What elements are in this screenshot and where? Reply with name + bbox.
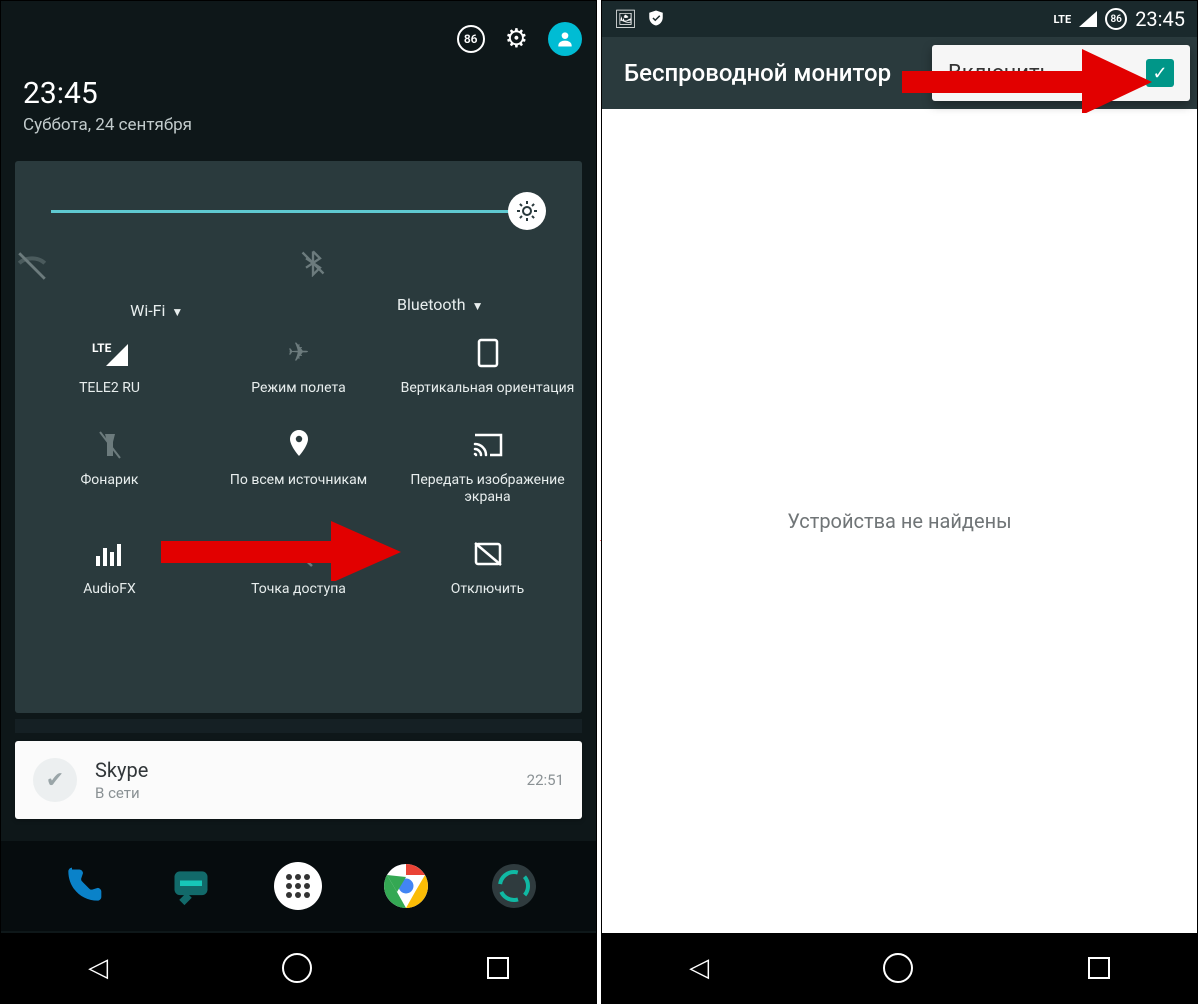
appbar-title: Беспроводной монитор bbox=[624, 59, 891, 87]
brightness-sun-icon[interactable] bbox=[508, 192, 546, 230]
nav-back-icon[interactable]: ◁ bbox=[88, 953, 108, 983]
hotspot-off-icon bbox=[210, 537, 387, 571]
signal-icon bbox=[1079, 11, 1097, 27]
bluetooth-off-icon bbox=[299, 249, 583, 277]
notification-app: Skype bbox=[95, 758, 148, 782]
tile-cast-label: Передать изображение экрана bbox=[399, 472, 576, 507]
tile-rotation[interactable]: Вертикальная ориентация bbox=[393, 320, 582, 412]
nav-recents-icon[interactable] bbox=[1088, 957, 1110, 979]
tile-rotation-label: Вертикальная ориентация bbox=[399, 380, 576, 398]
airplane-icon: ✈ bbox=[210, 336, 387, 370]
notification-subtitle: В сети bbox=[95, 784, 148, 802]
battery-badge-icon: 86 bbox=[1105, 8, 1127, 30]
dialer-icon[interactable] bbox=[57, 860, 109, 912]
tile-audiofx-label: AudioFX bbox=[21, 581, 198, 599]
chrome-icon[interactable] bbox=[380, 860, 432, 912]
tile-cast[interactable]: Передать изображение экрана bbox=[393, 412, 582, 521]
tile-screen-off[interactable]: Отключить bbox=[393, 521, 582, 613]
nav-back-icon[interactable]: ◁ bbox=[689, 953, 709, 983]
tile-bluetooth[interactable]: Bluetooth▼ bbox=[299, 249, 583, 320]
tile-location-label: По всем источникам bbox=[210, 472, 387, 490]
status-time: 23:45 bbox=[1135, 7, 1185, 31]
cast-icon bbox=[399, 428, 576, 462]
tile-wifi[interactable]: Wi-Fi▼ bbox=[15, 249, 299, 320]
user-avatar-icon[interactable] bbox=[548, 22, 582, 56]
app-drawer-icon[interactable] bbox=[272, 860, 324, 912]
settings-gear-icon[interactable]: ⚙ bbox=[505, 24, 528, 54]
tile-location[interactable]: По всем источникам bbox=[204, 412, 393, 521]
battery-badge-icon[interactable]: 86 bbox=[457, 25, 485, 53]
checkmark-shield-icon bbox=[647, 9, 665, 30]
nav-home-icon[interactable] bbox=[883, 953, 913, 983]
quick-settings-panel: Wi-Fi▼ Bluetooth▼ LTE TELE2 RU ✈ Режим п… bbox=[15, 161, 582, 713]
network-type-label: LTE bbox=[1053, 13, 1071, 26]
dock bbox=[1, 841, 596, 931]
notification-time: 22:51 bbox=[527, 771, 564, 789]
home-row-peek bbox=[15, 719, 582, 733]
content-area: Устройства не найдены bbox=[602, 109, 1197, 933]
camera-icon[interactable] bbox=[488, 860, 540, 912]
phone-right: 🖼 LTE 86 23:45 Беспроводной монитор Вклю… bbox=[601, 0, 1198, 1004]
flashlight-off-icon bbox=[21, 428, 198, 462]
tile-flashlight-label: Фонарик bbox=[21, 472, 198, 490]
tile-signal-label: TELE2 RU bbox=[21, 380, 198, 398]
status-left-icons: 🖼 bbox=[614, 9, 665, 30]
tile-wifi-label: Wi-Fi▼ bbox=[15, 301, 299, 320]
skype-icon: ✔ bbox=[33, 758, 77, 802]
tile-hotspot[interactable]: Точка доступа bbox=[204, 521, 393, 613]
screen-off-icon bbox=[399, 537, 576, 571]
chevron-down-icon: ▼ bbox=[472, 299, 484, 313]
clock-date: Суббота, 24 сентября bbox=[23, 115, 192, 135]
wifi-off-icon bbox=[15, 249, 299, 283]
qs-header: 86 ⚙ bbox=[15, 15, 582, 63]
brightness-slider[interactable] bbox=[51, 191, 546, 231]
tile-airplane-label: Режим полета bbox=[210, 380, 387, 398]
nav-recents-icon[interactable] bbox=[487, 957, 509, 979]
clock-block: 23:45 Суббота, 24 сентября bbox=[23, 76, 192, 135]
qs-top-row: Wi-Fi▼ Bluetooth▼ bbox=[15, 249, 582, 320]
status-right-cluster: LTE 86 23:45 bbox=[1053, 7, 1185, 31]
image-icon: 🖼 bbox=[614, 9, 637, 30]
android-navbar: ◁ bbox=[1, 933, 596, 1003]
equalizer-icon bbox=[21, 537, 198, 571]
android-navbar: ◁ bbox=[602, 933, 1197, 1003]
sms-icon[interactable] bbox=[165, 860, 217, 912]
brightness-track bbox=[51, 210, 510, 213]
location-pin-icon bbox=[210, 428, 387, 462]
portrait-icon bbox=[399, 336, 576, 370]
svg-text:LTE: LTE bbox=[92, 341, 112, 355]
notification-card[interactable]: ✔ Skype В сети 22:51 bbox=[15, 741, 582, 819]
empty-message: Устройства не найдены bbox=[787, 509, 1011, 533]
nav-home-icon[interactable] bbox=[282, 953, 312, 983]
lte-signal-icon: LTE bbox=[21, 336, 198, 370]
chevron-down-icon: ▼ bbox=[171, 305, 183, 319]
phone-left: 86 ⚙ 23:45 Суббота, 24 сентября Wi-Fi▼ bbox=[0, 0, 597, 1004]
status-bar: 🖼 LTE 86 23:45 bbox=[602, 1, 1197, 37]
tile-airplane[interactable]: ✈ Режим полета bbox=[204, 320, 393, 412]
tile-bluetooth-label: Bluetooth▼ bbox=[299, 295, 583, 314]
tile-hotspot-label: Точка доступа bbox=[210, 581, 387, 599]
annotation-arrow-icon bbox=[902, 49, 1152, 113]
tile-screen-off-label: Отключить bbox=[399, 581, 576, 599]
clock-time: 23:45 bbox=[23, 76, 192, 111]
tile-flashlight[interactable]: Фонарик bbox=[15, 412, 204, 521]
tile-audiofx[interactable]: AudioFX bbox=[15, 521, 204, 613]
notification-text: Skype В сети bbox=[95, 758, 148, 802]
qs-grid: LTE TELE2 RU ✈ Режим полета Вертикальная… bbox=[15, 320, 582, 612]
tile-signal[interactable]: LTE TELE2 RU bbox=[15, 320, 204, 412]
